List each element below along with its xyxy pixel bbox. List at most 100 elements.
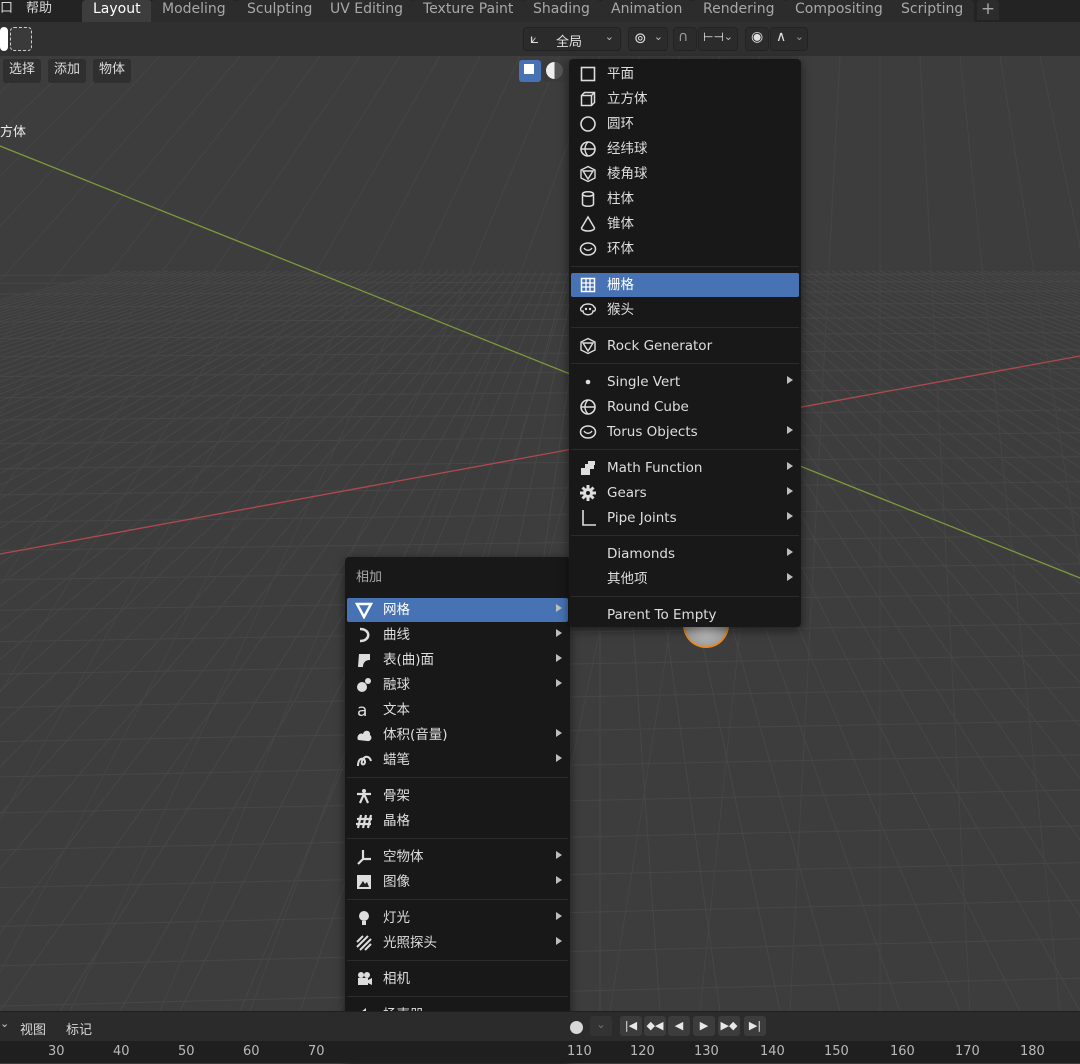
tab-scripting[interactable]: Scripting <box>890 0 975 22</box>
next-keyframe-button[interactable]: ▶◆ <box>718 1016 740 1036</box>
mesh-menu-item[interactable]: Math Function <box>571 456 799 480</box>
transform-orientation-dropdown[interactable]: ⟀ 全局 ⌄ <box>523 27 621 51</box>
mesh-menu-item[interactable]: 圆环 <box>571 112 799 136</box>
chevron-down-icon[interactable]: ⌄ <box>590 1016 612 1036</box>
add-menu-item[interactable]: 图像 <box>347 870 568 894</box>
play-button[interactable]: ▶ <box>693 1016 715 1036</box>
falloff-curve-icon: ∧ <box>776 29 787 45</box>
mesh-menu-item[interactable]: 平面 <box>571 62 799 86</box>
tab-uv-editing[interactable]: UV Editing <box>319 0 415 22</box>
torus-objects-icon <box>579 423 597 441</box>
cube-icon <box>579 90 597 108</box>
tab-texture-paint[interactable]: Texture Paint <box>412 0 525 22</box>
cylinder-icon <box>579 190 597 208</box>
metaball-icon <box>355 676 373 694</box>
menu-add[interactable]: 添加 <box>48 59 87 83</box>
circle-icon <box>579 115 597 133</box>
play-reverse-button[interactable]: ◀ <box>668 1016 690 1036</box>
timeline-menu-view[interactable]: 视图 <box>20 1019 46 1038</box>
add-menu-item[interactable]: 蜡笔 <box>347 748 568 772</box>
select-box-button[interactable] <box>10 27 32 51</box>
xray-toggle[interactable] <box>519 60 541 82</box>
snap-element-dropdown[interactable]: ⊢⊣ ⌄ <box>698 27 738 51</box>
tab-animation[interactable]: Animation <box>600 0 694 22</box>
grid-icon <box>579 276 597 294</box>
menu-help[interactable]: 帮助 <box>26 0 52 22</box>
menu-object[interactable]: 物体 <box>93 59 132 83</box>
mode-toggle-button[interactable] <box>0 27 8 51</box>
mesh-menu-item[interactable]: 其他项 <box>571 567 799 591</box>
proportional-edit-toggle[interactable]: ◉ <box>745 27 769 51</box>
ico-sphere-icon <box>579 165 597 183</box>
mesh-menu-item[interactable]: 经纬球 <box>571 137 799 161</box>
pivot-icon: ⊚ <box>634 29 647 47</box>
mesh-menu-item-label: Single Vert <box>607 374 681 390</box>
tab-compositing[interactable]: Compositing <box>784 0 894 22</box>
add-menu-item[interactable]: 空物体 <box>347 845 568 869</box>
jump-start-button[interactable]: |◀ <box>620 1016 642 1036</box>
timeline-frame-tick: 180 <box>1020 1044 1045 1059</box>
add-menu-item-label: 蜡笔 <box>383 752 410 768</box>
mesh-menu-item[interactable]: Diamonds <box>571 542 799 566</box>
add-menu-item[interactable]: a 文本 <box>347 698 568 722</box>
top-bar: 口 帮助 Layout Modeling Sculpting UV Editing Te… <box>0 0 1080 22</box>
tab-shading[interactable]: Shading <box>522 0 601 22</box>
mesh-menu-item[interactable]: 栅格 <box>571 273 799 297</box>
timeline-frame-tick: 110 <box>567 1044 592 1059</box>
snap-toggle[interactable]: ∩ <box>673 27 697 51</box>
mesh-menu-item[interactable]: Pipe Joints <box>571 506 799 530</box>
tab-layout[interactable]: Layout <box>82 0 152 22</box>
menu-window[interactable]: 口 <box>0 0 13 22</box>
mesh-menu-item[interactable]: 猴头 <box>571 298 799 322</box>
add-menu-item[interactable]: 骨架 <box>347 784 568 808</box>
mesh-menu-item[interactable]: Torus Objects <box>571 420 799 444</box>
mesh-menu-item[interactable]: 环体 <box>571 237 799 261</box>
proportional-edit-icon: ◉ <box>751 29 764 45</box>
add-menu-item[interactable]: 表(曲)面 <box>347 648 568 672</box>
camera-icon <box>355 970 373 988</box>
submenu-arrow-icon <box>787 487 793 495</box>
mesh-menu-item-label: 环体 <box>607 241 634 257</box>
add-menu-item[interactable]: 相机 <box>347 967 568 991</box>
jump-end-button[interactable]: ▶| <box>744 1016 766 1036</box>
add-menu-item[interactable]: 体积(音量) <box>347 723 568 747</box>
tab-sculpting[interactable]: Sculpting <box>236 0 324 22</box>
timeline-frame-tick: 30 <box>48 1044 65 1059</box>
mesh-menu-item[interactable]: Gears <box>571 481 799 505</box>
mesh-menu-item[interactable]: Parent To Empty <box>571 603 799 627</box>
mesh-menu-item[interactable]: Rock Generator <box>571 334 799 358</box>
menu-select[interactable]: 选择 <box>3 59 42 83</box>
add-menu-item[interactable]: 融球 <box>347 673 568 697</box>
mesh-menu-item[interactable]: 棱角球 <box>571 162 799 186</box>
falloff-dropdown[interactable]: ∧ ⌄ <box>770 27 808 51</box>
pivot-point-dropdown[interactable]: ⊚ ⌄ <box>628 27 668 51</box>
prev-keyframe-button[interactable]: ◆◀ <box>644 1016 666 1036</box>
tab-modeling[interactable]: Modeling <box>151 0 237 22</box>
add-menu-item[interactable]: 网格 <box>347 598 568 622</box>
timeline-ruler[interactable] <box>0 1041 1080 1063</box>
add-workspace-button[interactable]: + <box>977 0 999 20</box>
add-menu-item-label: 光照探头 <box>383 935 437 951</box>
add-menu-item[interactable]: 灯光 <box>347 906 568 930</box>
shading-solid-button[interactable] <box>543 60 567 82</box>
add-menu-item[interactable]: 曲线 <box>347 623 568 647</box>
svg-text:a: a <box>357 701 367 719</box>
mesh-menu-item[interactable]: 立方体 <box>571 87 799 111</box>
menu-separator <box>571 535 799 536</box>
add-menu-item[interactable]: 晶格 <box>347 809 568 833</box>
submenu-arrow-icon <box>787 426 793 434</box>
keyframe-type-dot[interactable] <box>570 1021 583 1034</box>
timeline-menu-marker[interactable]: 标记 <box>66 1019 92 1038</box>
tab-rendering[interactable]: Rendering <box>692 0 786 22</box>
mesh-menu-item[interactable]: Round Cube <box>571 395 799 419</box>
chevron-down-icon[interactable]: ⌄ <box>0 1017 9 1030</box>
add-menu-item[interactable]: 光照探头 <box>347 931 568 955</box>
mesh-menu-item[interactable]: Single Vert <box>571 370 799 394</box>
plane-icon <box>579 65 597 83</box>
mesh-menu-item-label: 立方体 <box>607 91 648 107</box>
curve-icon <box>355 626 373 644</box>
timeline-frame-tick: 150 <box>824 1044 849 1059</box>
mesh-menu-item[interactable]: 柱体 <box>571 187 799 211</box>
mesh-menu-item[interactable]: 锥体 <box>571 212 799 236</box>
submenu-arrow-icon <box>787 548 793 556</box>
